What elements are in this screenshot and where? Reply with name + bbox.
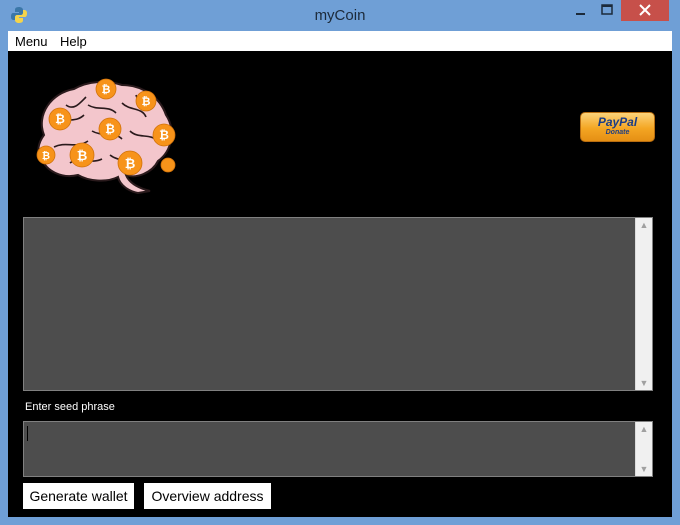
- svg-text:₿: ₿: [142, 96, 151, 108]
- main-panel: ₿ ₿ ₿ ₿ ₿ ₿ ₿ ₿ PayPal Donate ▲ ▼ Enter seed…: [8, 51, 672, 517]
- title-bar[interactable]: myCoin: [0, 0, 680, 31]
- scroll-down-icon[interactable]: ▼: [639, 378, 649, 388]
- scroll-down-icon[interactable]: ▼: [639, 464, 649, 474]
- svg-text:₿: ₿: [42, 150, 50, 162]
- scroll-up-icon[interactable]: ▲: [639, 220, 649, 230]
- maximize-button[interactable]: [594, 0, 621, 21]
- text-caret: [27, 426, 28, 441]
- svg-text:₿: ₿: [102, 84, 111, 96]
- output-scrollbar[interactable]: ▲ ▼: [635, 218, 652, 390]
- maximize-icon: [601, 4, 613, 15]
- scroll-up-icon[interactable]: ▲: [639, 424, 649, 434]
- close-button[interactable]: [621, 0, 669, 21]
- menu-item-help[interactable]: Help: [60, 34, 87, 49]
- generate-wallet-button[interactable]: Generate wallet: [23, 483, 134, 509]
- minimize-icon: [576, 13, 585, 15]
- donate-label: Donate: [605, 129, 630, 136]
- close-icon: [639, 4, 651, 16]
- paypal-logo: PayPal: [597, 115, 638, 129]
- seed-phrase-input[interactable]: ▲ ▼: [23, 421, 653, 477]
- svg-text:₿: ₿: [105, 122, 115, 136]
- seed-phrase-label: Enter seed phrase: [25, 401, 115, 413]
- paypal-donate-button[interactable]: PayPal Donate: [580, 112, 655, 142]
- app-window: myCoin Menu Help ₿ ₿ ₿ ₿ ₿ ₿ ₿ ₿ PayPal …: [0, 0, 680, 525]
- minimize-button[interactable]: [567, 0, 594, 21]
- menu-bar: Menu Help: [8, 31, 672, 51]
- svg-text:₿: ₿: [125, 156, 136, 171]
- svg-text:₿: ₿: [55, 112, 65, 126]
- seed-scrollbar[interactable]: ▲ ▼: [635, 422, 652, 476]
- svg-text:₿: ₿: [77, 148, 88, 163]
- menu-item-menu[interactable]: Menu: [15, 34, 48, 49]
- brain-bitcoin-logo: ₿ ₿ ₿ ₿ ₿ ₿ ₿ ₿: [36, 78, 176, 195]
- output-textarea[interactable]: ▲ ▼: [23, 217, 653, 391]
- svg-text:₿: ₿: [159, 128, 169, 142]
- overview-address-button[interactable]: Overview address: [144, 483, 271, 509]
